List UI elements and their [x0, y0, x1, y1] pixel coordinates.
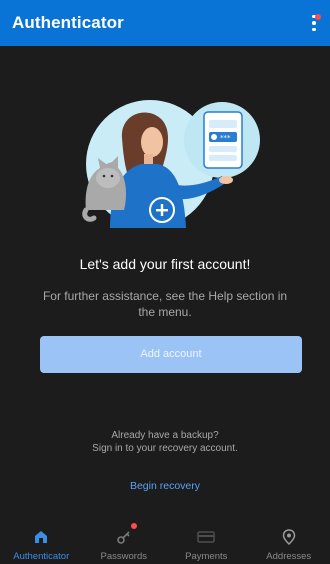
add-account-button[interactable]: Add account [40, 336, 302, 373]
help-description: For further assistance, see the Help sec… [42, 289, 288, 319]
welcome-illustration: *** [80, 92, 270, 242]
begin-recovery-link[interactable]: Begin recovery [0, 480, 330, 492]
backup-prompt: Already have a backup? Sign in to your r… [40, 429, 290, 455]
nav-item-addresses[interactable]: Addresses [248, 520, 330, 564]
woman-with-cat-illustration: *** [82, 100, 260, 228]
page-title: Let's add your first account! [79, 256, 251, 272]
bottom-navigation: Authenticator Passwords Payments Address… [0, 520, 330, 564]
location-pin-icon [280, 528, 298, 546]
more-vertical-icon[interactable] [306, 12, 322, 34]
menu-dot [312, 21, 316, 25]
menu-dot [312, 27, 316, 32]
nav-item-passwords[interactable]: Passwords [83, 520, 166, 564]
nav-label: Authenticator [13, 551, 70, 562]
backup-question: Already have a backup? [111, 430, 219, 441]
card-icon [197, 528, 215, 546]
key-icon [115, 523, 137, 546]
app-title: Authenticator [12, 13, 124, 32]
app-bar: Authenticator [0, 0, 330, 46]
authenticator-screen: Authenticator *** Let's add your first a… [0, 0, 330, 564]
nav-label: Addresses [266, 551, 312, 562]
nav-item-authenticator[interactable]: Authenticator [0, 520, 83, 564]
svg-text:***: *** [220, 134, 231, 142]
nav-label: Passwords [100, 551, 147, 562]
nav-label: Payments [185, 551, 228, 562]
nav-item-payments[interactable]: Payments [165, 520, 248, 564]
backup-instruction: Sign in to your recovery account. [92, 443, 238, 454]
notification-badge [315, 14, 321, 20]
notification-badge [130, 523, 137, 529]
home-icon [32, 528, 50, 546]
